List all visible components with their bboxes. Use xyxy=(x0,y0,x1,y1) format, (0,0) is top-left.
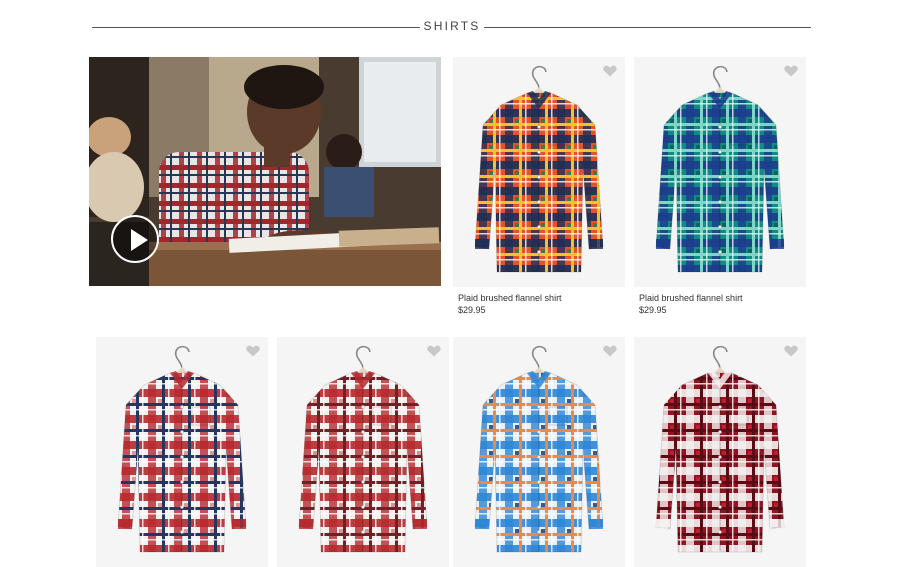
section-header: SHIRTS xyxy=(92,16,811,38)
section-title: SHIRTS xyxy=(423,19,481,33)
heart-icon[interactable] xyxy=(246,345,260,357)
shirt-image xyxy=(474,345,604,553)
video-tile[interactable] xyxy=(89,57,441,286)
divider-left xyxy=(92,27,420,28)
product-card[interactable] xyxy=(96,337,268,567)
heart-icon[interactable] xyxy=(784,345,798,357)
product-card[interactable] xyxy=(634,57,806,287)
shirt-image xyxy=(474,65,604,273)
heart-icon[interactable] xyxy=(427,345,441,357)
product-price: $29.95 xyxy=(639,305,667,315)
product-card[interactable] xyxy=(277,337,449,567)
play-button[interactable] xyxy=(111,215,159,263)
shirt-image xyxy=(298,345,428,553)
product-name[interactable]: Plaid brushed flannel shirt xyxy=(458,293,562,303)
product-card[interactable] xyxy=(453,337,625,567)
product-card[interactable] xyxy=(453,57,625,287)
shirt-image xyxy=(117,345,247,553)
shirt-image xyxy=(655,65,785,273)
heart-icon[interactable] xyxy=(603,345,617,357)
divider-right xyxy=(484,27,811,28)
heart-icon[interactable] xyxy=(784,65,798,77)
product-card[interactable] xyxy=(634,337,806,567)
product-name[interactable]: Plaid brushed flannel shirt xyxy=(639,293,743,303)
product-price: $29.95 xyxy=(458,305,486,315)
heart-icon[interactable] xyxy=(603,65,617,77)
shirt-image xyxy=(655,345,785,553)
